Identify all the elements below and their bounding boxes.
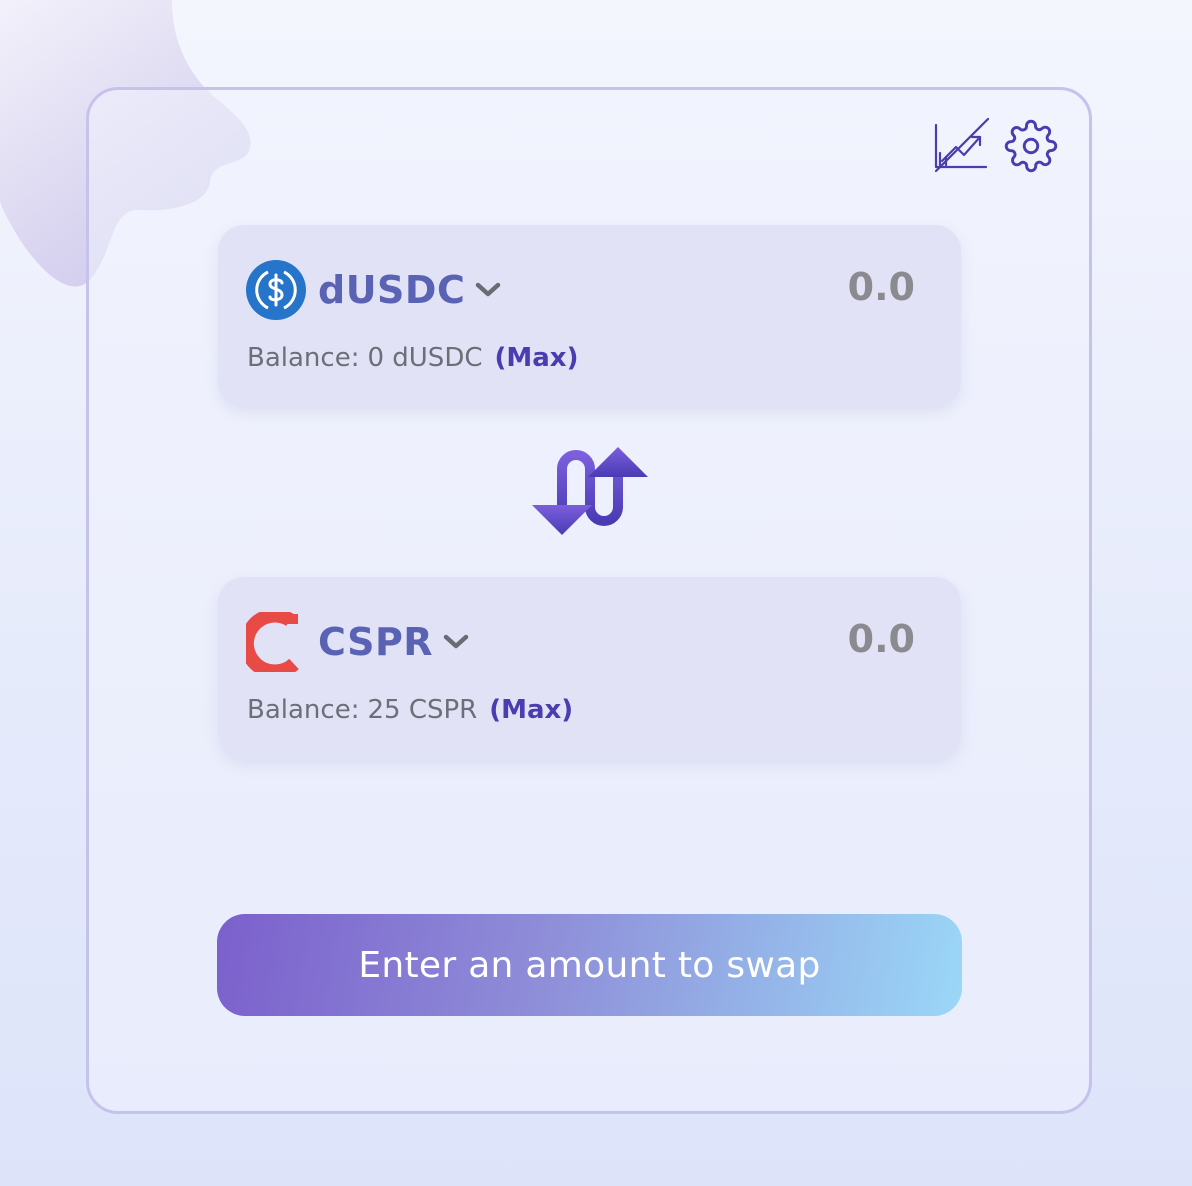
usdc-logo-icon — [246, 260, 306, 320]
from-token-selector[interactable]: dUSDC — [246, 259, 501, 321]
from-amount-input[interactable] — [715, 265, 915, 309]
chevron-down-icon — [443, 634, 469, 649]
chart-hidden-icon[interactable] — [932, 117, 990, 175]
to-token-symbol: CSPR — [318, 620, 434, 664]
swap-action-button[interactable]: Enter an amount to swap — [217, 914, 962, 1016]
to-amount-input[interactable] — [715, 617, 915, 661]
balance-label: Balance: — [247, 343, 360, 373]
from-token-panel: dUSDC Balance: 0 dUSDC (Max) — [218, 225, 961, 407]
from-balance-row: Balance: 0 dUSDC (Max) — [247, 343, 578, 373]
from-balance-value: 0 dUSDC — [367, 343, 483, 373]
to-token-panel: CSPR Balance: 25 CSPR (Max) — [218, 577, 961, 759]
to-balance-value: 25 CSPR — [367, 695, 478, 725]
balance-label: Balance: — [247, 695, 360, 725]
from-token-symbol: dUSDC — [318, 268, 466, 312]
to-balance-row: Balance: 25 CSPR (Max) — [247, 695, 573, 725]
card-toolbar — [932, 116, 1060, 176]
cspr-logo-icon — [246, 612, 299, 672]
gear-icon[interactable] — [1004, 119, 1058, 173]
from-max-button[interactable]: (Max) — [495, 343, 579, 373]
to-max-button[interactable]: (Max) — [489, 695, 573, 725]
to-token-selector[interactable]: CSPR — [246, 611, 469, 673]
swap-arrows-icon[interactable] — [532, 447, 648, 537]
chevron-down-icon — [476, 282, 501, 297]
